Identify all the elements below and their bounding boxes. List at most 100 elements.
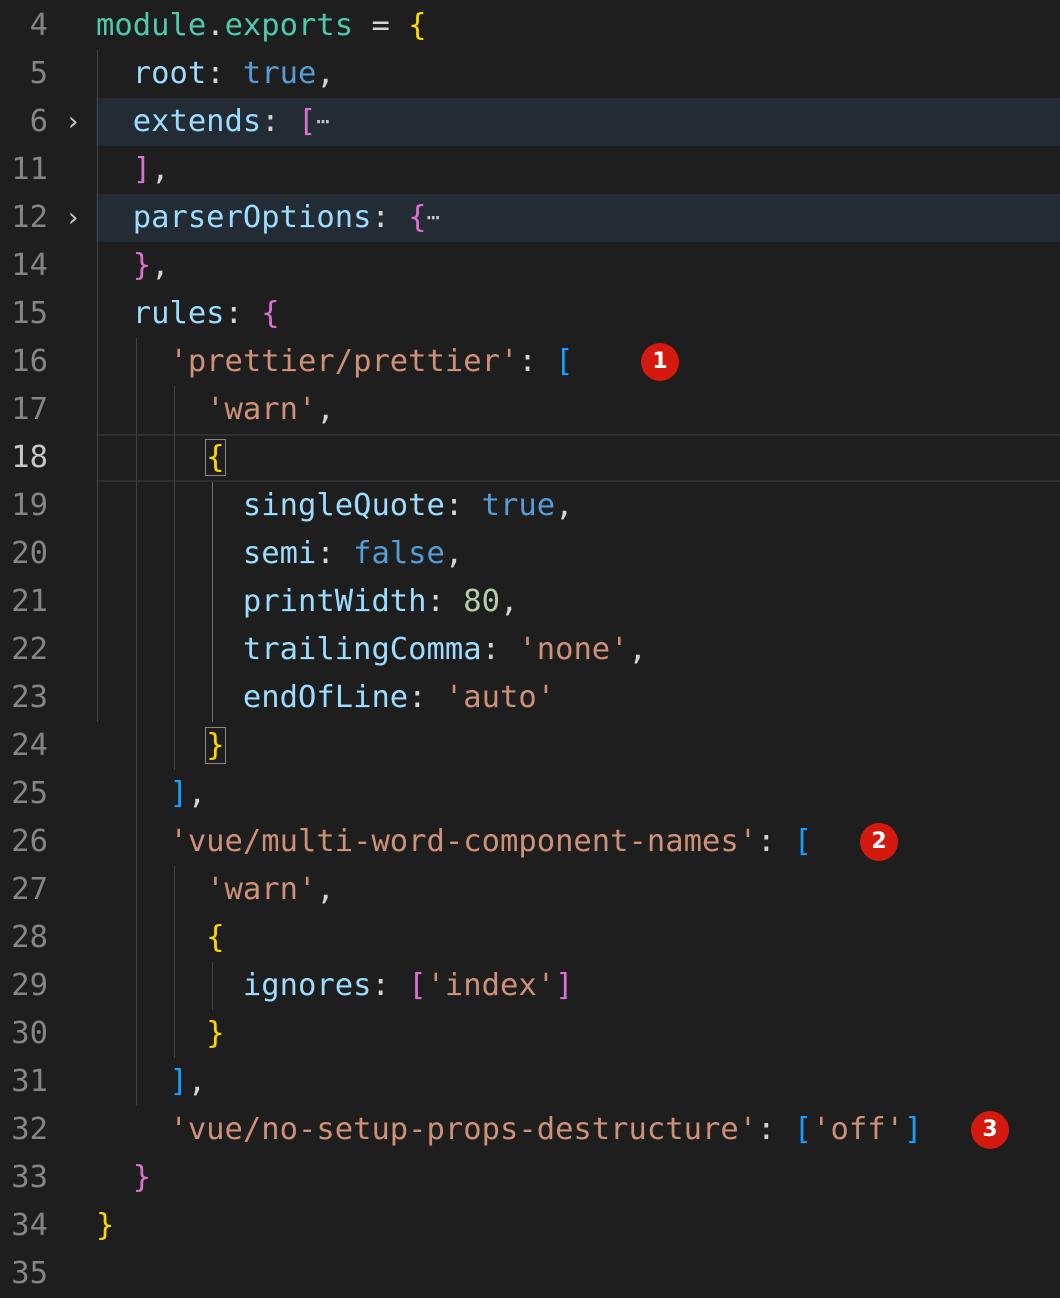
code-token: root [132,56,207,91]
code-line[interactable]: } [96,1154,151,1202]
line-number[interactable]: 19 [0,482,48,530]
code-line[interactable]: 'warn', [96,866,335,914]
code-line[interactable]: semi: false, [96,530,463,578]
line-number[interactable]: 29 [0,962,48,1010]
line-number[interactable]: 31 [0,1058,48,1106]
code-line[interactable]: ], [96,770,206,818]
line-number[interactable]: 25 [0,770,48,818]
code-token: ] [555,968,574,1003]
code-token: ignores [242,968,372,1003]
code-line[interactable]: }, [96,242,170,290]
code-token: , [151,152,170,187]
code-token: : [518,344,556,379]
code-token: } [132,1160,152,1195]
line-number[interactable]: 21 [0,578,48,626]
line-number[interactable]: 20 [0,530,48,578]
code-line[interactable]: 'warn', [96,386,335,434]
code-line[interactable]: 'vue/no-setup-props-destructure': ['off'… [96,1106,922,1154]
code-line[interactable]: } [96,722,226,770]
code-editor[interactable]: 4 module.exports = { 5 root: true, 6 › exten… [0,0,1060,1298]
code-token: 'index' [426,968,556,1003]
code-token: trailingComma [242,632,482,667]
code-line[interactable]: rules: { [96,290,280,338]
indent-guide [212,482,213,722]
code-token: rules [132,296,225,331]
code-line[interactable]: root: true, [96,50,335,98]
code-line[interactable]: singleQuote: true, [96,482,574,530]
code-token: [ [555,344,574,379]
code-token: } [206,1016,225,1051]
code-token: 'prettier/prettier' [169,344,519,379]
code-token: : [206,56,243,91]
indent-guide [97,50,98,722]
line-number[interactable]: 16 [0,338,48,386]
code-token: , [316,872,335,907]
line-number[interactable]: 5 [0,50,48,98]
code-token: , [187,1064,207,1099]
line-number[interactable]: 28 [0,914,48,962]
code-line[interactable]: { [96,434,226,482]
code-token: { [206,920,225,955]
fold-chevron-icon[interactable]: › [60,194,86,242]
code-line[interactable]: module.exports = { [96,2,427,50]
line-number[interactable]: 26 [0,818,48,866]
line-number[interactable]: 30 [0,1010,48,1058]
code-line[interactable]: ignores: ['index'] [96,962,574,1010]
code-line[interactable]: 'prettier/prettier': [ [96,338,573,386]
code-line[interactable]: ], [96,1058,206,1106]
code-line[interactable]: printWidth: 80, [96,578,518,626]
line-number[interactable]: 4 [0,2,48,50]
line-number[interactable]: 18 [0,434,48,482]
folded-ellipsis-icon[interactable]: ⋯ [427,206,440,231]
line-number[interactable]: 14 [0,242,48,290]
annotation-badge: 1 [641,343,679,381]
code-line[interactable]: trailingComma: 'none', [96,626,647,674]
line-number[interactable]: 23 [0,674,48,722]
code-token: : [261,104,299,139]
line-number[interactable]: 35 [0,1250,48,1298]
code-token: . [206,8,225,43]
code-token: 'vue/no-setup-props-destructure' [169,1112,758,1147]
code-token: , [151,248,170,283]
indent-guide [212,962,213,1010]
line-number[interactable]: 22 [0,626,48,674]
annotation-badge: 2 [860,823,898,861]
code-token: } [205,727,226,764]
code-token: exports [224,8,354,43]
annotation-badge: 3 [971,1111,1009,1149]
line-number[interactable]: 11 [0,146,48,194]
fold-chevron-icon[interactable]: › [60,98,86,146]
code-token: , [444,536,464,571]
code-line[interactable]: { [96,914,225,962]
code-token: [ [793,1112,813,1147]
line-number[interactable]: 27 [0,866,48,914]
code-line[interactable]: endOfLine: 'auto' [96,674,555,722]
line-number[interactable]: 6 [0,98,48,146]
code-line[interactable]: } [96,1010,225,1058]
code-line[interactable]: parserOptions: {⋯ [96,194,440,243]
code-token: : [371,200,409,235]
line-number[interactable]: 17 [0,386,48,434]
line-number[interactable]: 32 [0,1106,48,1154]
line-number[interactable]: 15 [0,290,48,338]
line-number[interactable]: 33 [0,1154,48,1202]
code-line[interactable]: extends: [⋯ [96,98,330,147]
line-number[interactable]: 24 [0,722,48,770]
code-line[interactable]: 'vue/multi-word-component-names': [ [96,818,812,866]
line-number[interactable]: 34 [0,1202,48,1250]
folded-ellipsis-icon[interactable]: ⋯ [316,110,329,135]
code-line[interactable]: ], [96,146,170,194]
code-token: false [353,536,445,571]
line-number[interactable]: 12 [0,194,48,242]
code-token: : [371,968,409,1003]
code-line[interactable]: } [96,1202,114,1250]
code-token: ] [169,1064,188,1099]
